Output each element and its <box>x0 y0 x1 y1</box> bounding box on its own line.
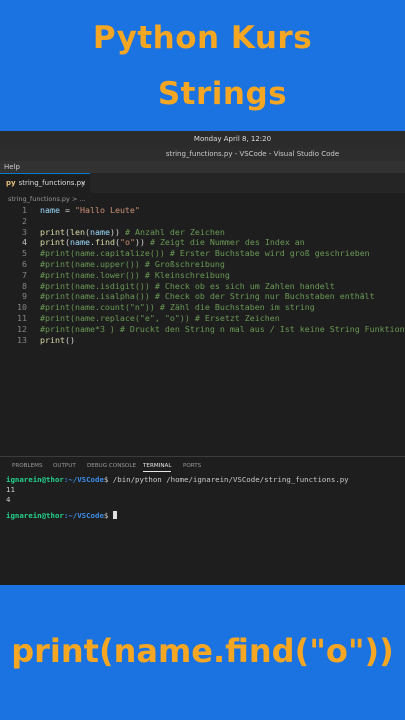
system-clock: Monday April 8, 12:20 <box>0 131 405 147</box>
code-text: #print(name.capitalize()) # Erster Buchs… <box>40 248 370 259</box>
code-line[interactable]: 11 #print(name.replace("e", "o")) # Erset… <box>0 313 405 324</box>
banner-title-line1: Python Kurs <box>92 20 313 56</box>
code-text: print(name.find("o")) # Zeigt die Nummer… <box>40 237 305 248</box>
prompt-user: ignarein@thor <box>6 475 64 484</box>
panel-tab-output[interactable]: OUTPUT <box>53 463 76 469</box>
code-text: #print(name.isalpha()) # Check ob der St… <box>40 291 375 302</box>
line-number: 8 <box>22 280 27 291</box>
prompt-user: ignarein@thor <box>6 511 64 520</box>
breadcrumb[interactable]: string_functions.py > ... <box>0 193 405 205</box>
code-text: print(len(name)) # Anzahl der Zeichen <box>40 226 225 237</box>
line-number: 7 <box>22 269 27 280</box>
code-line[interactable]: 10 #print(name.count("n")) # Zähl die Buc… <box>0 302 405 313</box>
python-file-icon: py <box>6 179 16 187</box>
code-line[interactable]: 6 #print(name.upper()) # Großschreibung <box>0 259 405 270</box>
tab-label: string_functions.py <box>18 179 86 187</box>
line-number: 5 <box>22 248 27 259</box>
terminal-command: /bin/python /home/ignarein/VSCode/string… <box>108 475 349 484</box>
line-number: 1 <box>22 205 27 215</box>
code-text: #print(name.isdigit()) # Check ob es sic… <box>40 280 335 291</box>
terminal-output-2: 4 <box>6 495 11 504</box>
panel-tab-problems[interactable]: PROBLEMS <box>12 463 43 469</box>
code-line[interactable]: 9 #print(name.isalpha()) # Check ob der S… <box>0 291 405 302</box>
terminal[interactable]: ignarein@thor:~/VSCode$ /bin/python /hom… <box>0 475 405 521</box>
code-text: #print(name.replace("e", "o")) # Ersetzt… <box>40 312 280 323</box>
code-text: name = "Hallo Leute" <box>40 205 140 215</box>
terminal-output-1: 11 <box>6 485 15 494</box>
banner-title-line2: Strings <box>157 76 288 112</box>
line-number: 13 <box>17 334 27 345</box>
line-number: 3 <box>22 226 27 237</box>
code-line[interactable]: 8 #print(name.isdigit()) # Check ob es si… <box>0 281 405 292</box>
code-text: #print(name*3 ) # Druckt den String n ma… <box>40 323 405 334</box>
code-line[interactable]: 4 print(name.find("o")) # Zeigt die Numme… <box>0 237 405 248</box>
line-number: 10 <box>17 302 27 313</box>
code-line[interactable]: 12 #print(name*3 ) # Druckt den String n … <box>0 324 405 335</box>
code-line[interactable]: 3 print(len(name)) # Anzahl der Zeichen <box>0 227 405 238</box>
panel-tab-ports[interactable]: PORTS <box>183 463 201 469</box>
window-title: string_functions.py - VSCode - Visual St… <box>0 147 405 161</box>
prompt-symbol: $ <box>103 511 109 520</box>
code-text: print() <box>40 334 75 345</box>
code-line[interactable]: 7 #print(name.lower()) # Kleinschreibung <box>0 270 405 281</box>
close-icon[interactable]: × <box>80 174 86 193</box>
tab-string-functions[interactable]: py string_functions.py × <box>0 173 90 193</box>
line-number: 9 <box>22 291 27 302</box>
prompt-path: :~/VSCode <box>63 511 104 520</box>
code-line[interactable]: 2 <box>0 216 405 227</box>
panel-tab-terminal[interactable]: TERMINAL <box>143 463 172 472</box>
bottom-caption: print(name.find("o")) <box>11 632 394 670</box>
line-number: 4 <box>22 237 27 248</box>
line-number: 12 <box>17 323 27 334</box>
code-editor[interactable]: 1 name = "Hallo Leute" 2 3 print(len(name)) … <box>0 205 405 345</box>
code-line[interactable]: 13 print() <box>0 335 405 346</box>
vscode-window: Monday April 8, 12:20 string_functions.p… <box>0 131 405 585</box>
terminal-prompt-line: ignarein@thor:~/VSCode$ <box>6 511 405 521</box>
code-line[interactable]: 1 name = "Hallo Leute" <box>0 205 405 216</box>
bottom-panel: PROBLEMS OUTPUT DEBUG CONSOLE TERMINAL PORTS… <box>0 456 405 585</box>
line-number: 2 <box>22 215 27 226</box>
code-text: #print(name.lower()) # Kleinschreibung <box>40 269 230 280</box>
terminal-command-line: ignarein@thor:~/VSCode$ /bin/python /hom… <box>6 475 405 485</box>
prompt-path: :~/VSCode <box>63 475 104 484</box>
panel-tabs: PROBLEMS OUTPUT DEBUG CONSOLE TERMINAL PORTS <box>0 457 405 475</box>
terminal-cursor <box>112 511 117 519</box>
code-text: #print(name.upper()) # Großschreibung <box>40 258 225 269</box>
panel-tab-debug-console[interactable]: DEBUG CONSOLE <box>87 463 136 469</box>
line-number: 6 <box>22 258 27 269</box>
code-line[interactable]: 5 #print(name.capitalize()) # Erster Buch… <box>0 248 405 259</box>
editor-tabs: py string_functions.py × <box>0 173 405 193</box>
code-text: #print(name.count("n")) # Zähl die Buchs… <box>40 302 315 313</box>
menu-help[interactable]: Help <box>0 161 405 173</box>
line-number: 11 <box>17 312 27 323</box>
